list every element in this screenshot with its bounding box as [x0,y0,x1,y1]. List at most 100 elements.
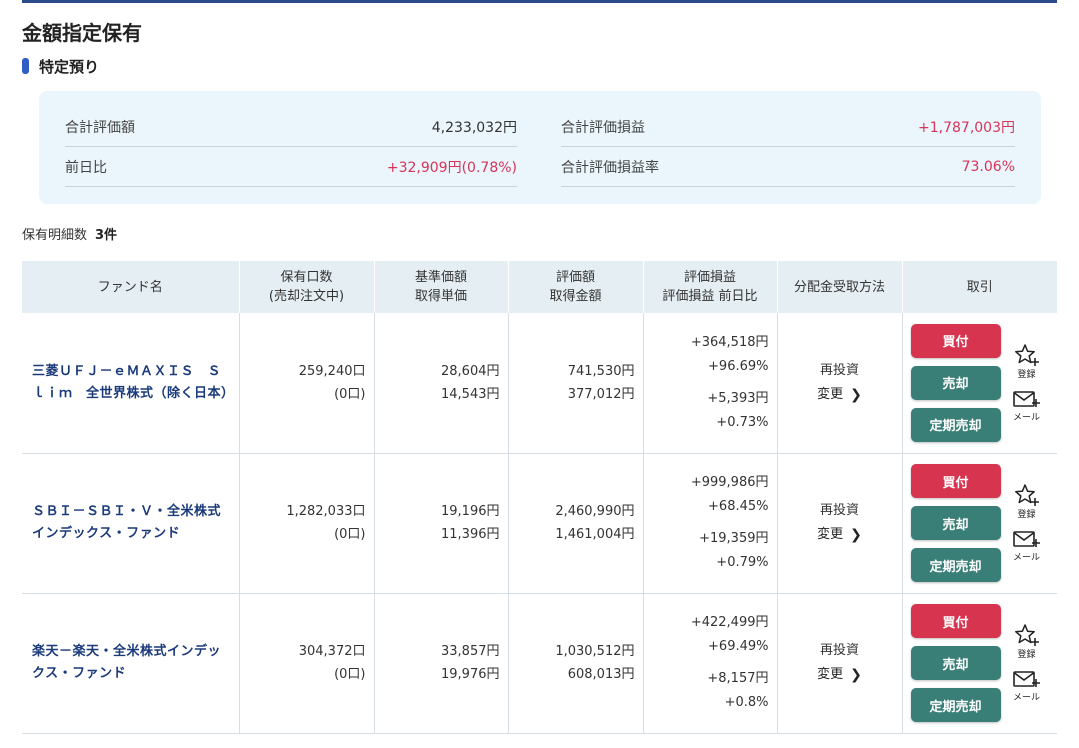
header-pl: 評価損益 評価損益 前日比 [643,261,778,313]
pl-cell: +422,499円 +69.49% +8,157円 +0.8% [643,593,778,734]
holdings-count: 保有明細数 3件 [22,224,117,243]
change-dist-link[interactable]: 変更 ❯ [817,383,862,407]
summary-label: 合計評価額 [65,119,135,136]
summary-value: 4,233,032円 [431,119,517,136]
cost-value: 1,461,004円 [555,527,635,542]
summary-value: 73.06% [961,158,1015,175]
day-pl-value: +19,359円 [699,531,769,546]
summary-value: +32,909円(0.78%) [386,159,517,176]
fund-name-link[interactable]: ＳＢＩ－ＳＢＩ・Ｖ・全米株式インデックス・ファンド [32,501,229,545]
market-value: 2,460,990円 [555,504,635,519]
header-units: 保有口数 (売却注文中) [239,261,375,313]
holdings-table: ファンド名 保有口数 (売却注文中) 基準価額 取得単価 評価額 取得金額 評価損益評… [22,261,1057,734]
value-cell: 2,460,990円 1,461,004円 [508,453,644,594]
summary-total-pl-rate: 合計評価損益率 73.06% [561,147,1015,187]
periodic-sell-button[interactable]: 定期売却 [910,407,1001,442]
sell-button[interactable]: 売却 [910,646,1001,680]
units-pending-value: (0口) [334,386,366,402]
fund-name-link[interactable]: 楽天－楽天・全米株式インデックス・ファンド [32,641,229,685]
mail-label: メール [1012,693,1040,703]
mail-label: メール [1012,553,1040,563]
trade-cell: 買付 売却 定期売却 登録 メール [902,313,1057,454]
header-dist: 分配金受取方法 [777,261,903,313]
mail-button[interactable]: メール [1012,530,1041,563]
pl-rate-value: +68.45% [708,499,769,514]
price-cell: 19,196円 11,396円 [374,453,509,594]
pl-cell: +364,518円 +96.69% +5,393円 +0.73% [643,313,778,454]
units-value: 1,282,033口 [286,504,366,519]
buy-button[interactable]: 買付 [910,464,1001,498]
units-pending-value: (0口) [334,527,366,542]
mail-button[interactable]: メール [1012,390,1041,423]
units-pending-value: (0口) [334,667,366,682]
unit-cost-value: 14,543円 [441,386,500,402]
summary-label: 合計評価損益 [561,119,645,136]
register-button[interactable]: 登録 [1014,623,1040,660]
sell-button[interactable]: 売却 [910,365,1001,400]
fund-cell: 三菱ＵＦＪ－ｅＭＡＸＩＳ Ｓｌｉｍ 全世界株式（除く日本） [22,313,240,454]
table-row: ＳＢＩ－ＳＢＩ・Ｖ・全米株式インデックス・ファンド 1,282,033口 (0口… [22,453,1057,594]
pl-value: +422,499円 [690,615,769,630]
cost-value: 608,013円 [567,667,635,682]
star-plus-icon [1014,344,1039,366]
periodic-sell-button[interactable]: 定期売却 [910,548,1001,582]
header-fund: ファンド名 [22,261,240,313]
change-label: 変更 [817,386,844,402]
mail-plus-icon [1012,531,1040,547]
buy-button[interactable]: 買付 [910,604,1001,638]
register-button[interactable]: 登録 [1014,343,1040,380]
nav-value: 19,196円 [441,504,500,519]
pl-value: +999,986円 [690,475,769,490]
pl-value: +364,518円 [690,334,769,350]
table-row: 楽天－楽天・全米株式インデックス・ファンド 304,372口 (0口) 33,8… [22,593,1057,734]
units-cell: 1,282,033口 (0口) [239,453,375,594]
star-plus-icon [1014,624,1039,646]
dist-method-value: 再投資 [819,362,859,378]
mail-label: メール [1012,412,1040,423]
trade-cell: 買付 売却 定期売却 登録 メール [902,453,1057,594]
table-header-row: ファンド名 保有口数 (売却注文中) 基準価額 取得単価 評価額 取得金額 評価損益評… [22,261,1057,313]
pl-rate-value: +69.49% [708,639,769,654]
change-dist-link[interactable]: 変更 ❯ [817,663,862,687]
summary-panel: 合計評価額 4,233,032円 合計評価損益 +1,787,003円 前日比 … [39,91,1041,204]
day-rate-value: +0.8% [724,695,769,710]
register-button[interactable]: 登録 [1014,483,1040,520]
price-cell: 28,604円 14,543円 [374,313,509,454]
mail-button[interactable]: メール [1012,670,1041,703]
unit-cost-value: 19,976円 [441,667,500,682]
table-row: 三菱ＵＦＪ－ｅＭＡＸＩＳ Ｓｌｉｍ 全世界株式（除く日本） 259,240口 (… [22,313,1057,454]
summary-label: 合計評価損益率 [561,159,659,176]
mail-plus-icon [1012,390,1040,407]
value-cell: 1,030,512円 608,013円 [508,593,644,734]
register-label: 登録 [1017,369,1036,380]
units-value: 304,372口 [298,644,366,659]
nav-value: 33,857円 [441,644,500,659]
cost-value: 377,012円 [567,386,635,402]
header-value: 評価額 取得金額 [508,261,644,313]
dist-cell: 再投資 変更 ❯ [777,313,903,454]
page-title: 金額指定保有 [22,21,142,45]
top-divider [22,0,1057,3]
units-cell: 304,372口 (0口) [239,593,375,734]
change-dist-link[interactable]: 変更 ❯ [817,523,862,547]
unit-cost-value: 11,396円 [441,527,500,542]
periodic-sell-button[interactable]: 定期売却 [910,688,1001,722]
market-value: 741,530円 [567,363,635,379]
chevron-right-icon: ❯ [850,386,862,403]
day-rate-value: +0.79% [716,555,769,570]
value-cell: 741,530円 377,012円 [508,313,644,454]
buy-button[interactable]: 買付 [910,323,1001,358]
header-price: 基準価額 取得単価 [374,261,509,313]
summary-total-value: 合計評価額 4,233,032円 [65,107,517,147]
price-cell: 33,857円 19,976円 [374,593,509,734]
chevron-right-icon: ❯ [850,667,862,683]
fund-name-link[interactable]: 三菱ＵＦＪ－ｅＭＡＸＩＳ Ｓｌｉｍ 全世界株式（除く日本） [32,361,234,405]
summary-label: 前日比 [65,159,107,176]
dist-cell: 再投資 変更 ❯ [777,593,903,734]
change-label: 変更 [817,667,844,682]
chevron-right-icon: ❯ [850,527,862,543]
sell-button[interactable]: 売却 [910,506,1001,540]
day-pl-value: +5,393円 [707,390,769,406]
market-value: 1,030,512円 [555,644,635,659]
star-plus-icon [1014,484,1039,506]
